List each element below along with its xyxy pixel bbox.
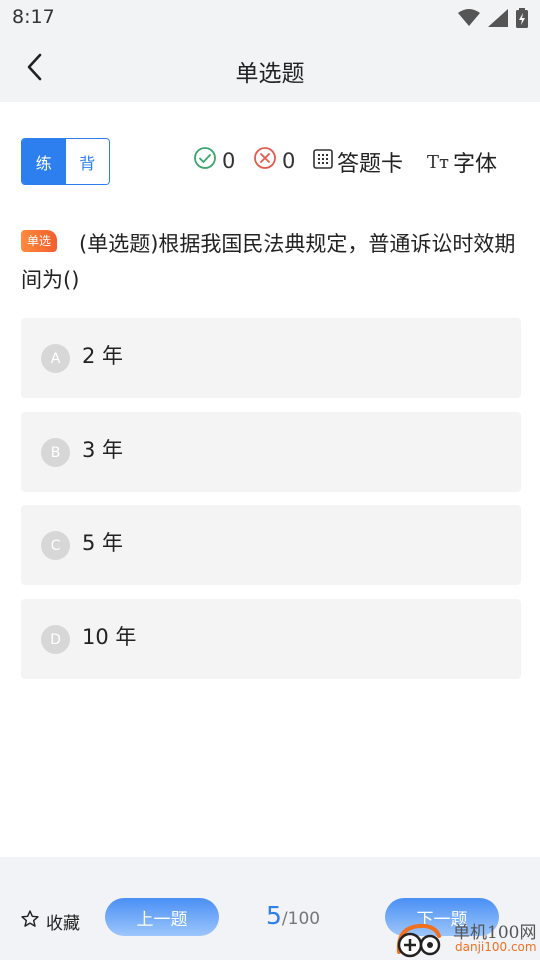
question-type-badge: 单选 bbox=[21, 230, 58, 252]
x-circle-icon bbox=[253, 146, 277, 175]
watermark-logo-icon bbox=[395, 922, 443, 958]
font-size-icon: Tт bbox=[427, 151, 449, 173]
correct-count: 0 bbox=[193, 146, 235, 175]
favorite-label: 收藏 bbox=[46, 914, 80, 934]
option-b[interactable]: B 3 年 bbox=[21, 412, 521, 492]
practice-mode-button[interactable]: 练 bbox=[22, 139, 66, 184]
option-text: 10 年 bbox=[82, 625, 137, 649]
check-circle-icon bbox=[193, 146, 217, 175]
option-letter: A bbox=[41, 344, 70, 373]
option-text: 3 年 bbox=[82, 438, 124, 462]
option-a[interactable]: A 2 年 bbox=[21, 318, 521, 398]
correct-count-value: 0 bbox=[222, 148, 236, 173]
option-letter: D bbox=[41, 625, 70, 654]
total-pages: /100 bbox=[281, 909, 321, 929]
answer-card-label: 答题卡 bbox=[337, 152, 404, 177]
font-size-label: 字体 bbox=[452, 152, 497, 177]
watermark: 单机100网 danji100.com bbox=[393, 914, 540, 960]
option-c[interactable]: C 5 年 bbox=[21, 505, 521, 585]
status-bar: 8:17 bbox=[0, 0, 540, 36]
option-letter: C bbox=[41, 531, 70, 560]
wrong-count-value: 0 bbox=[282, 148, 296, 173]
option-text: 5 年 bbox=[82, 531, 124, 555]
status-time: 8:17 bbox=[12, 6, 55, 28]
page-indicator: 5/100 bbox=[266, 901, 320, 930]
mode-toggle: 练 背 bbox=[21, 138, 110, 185]
favorite-button[interactable]: 收藏 bbox=[20, 909, 80, 934]
answer-card-button[interactable]: 答题卡 bbox=[313, 146, 403, 178]
battery-icon bbox=[516, 8, 528, 32]
font-size-button[interactable]: Tт 字体 bbox=[427, 146, 497, 178]
page-title: 单选题 bbox=[235, 61, 305, 87]
wifi-icon bbox=[458, 9, 480, 31]
star-icon bbox=[20, 909, 40, 934]
option-d[interactable]: D 10 年 bbox=[21, 599, 521, 679]
grid-icon bbox=[313, 149, 333, 175]
app-header: 单选题 bbox=[0, 36, 540, 102]
current-page: 5 bbox=[266, 901, 282, 930]
option-letter: B bbox=[41, 438, 70, 467]
status-icons bbox=[458, 8, 528, 32]
question-toolbar: 练 背 0 0 答题卡 Tт 字体 bbox=[0, 102, 540, 212]
signal-icon bbox=[488, 9, 508, 31]
wrong-count: 0 bbox=[253, 146, 295, 175]
memorize-mode-button[interactable]: 背 bbox=[65, 139, 109, 184]
watermark-site-url: danji100.com bbox=[455, 940, 537, 954]
question-stem: 单选 (单选题)根据我国民法典规定，普通诉讼时效期间为() bbox=[21, 226, 521, 298]
prev-question-button[interactable]: 上一题 bbox=[105, 898, 219, 936]
question-text: (单选题)根据我国民法典规定，普通诉讼时效期间为() bbox=[21, 232, 516, 292]
option-text: 2 年 bbox=[82, 344, 124, 368]
